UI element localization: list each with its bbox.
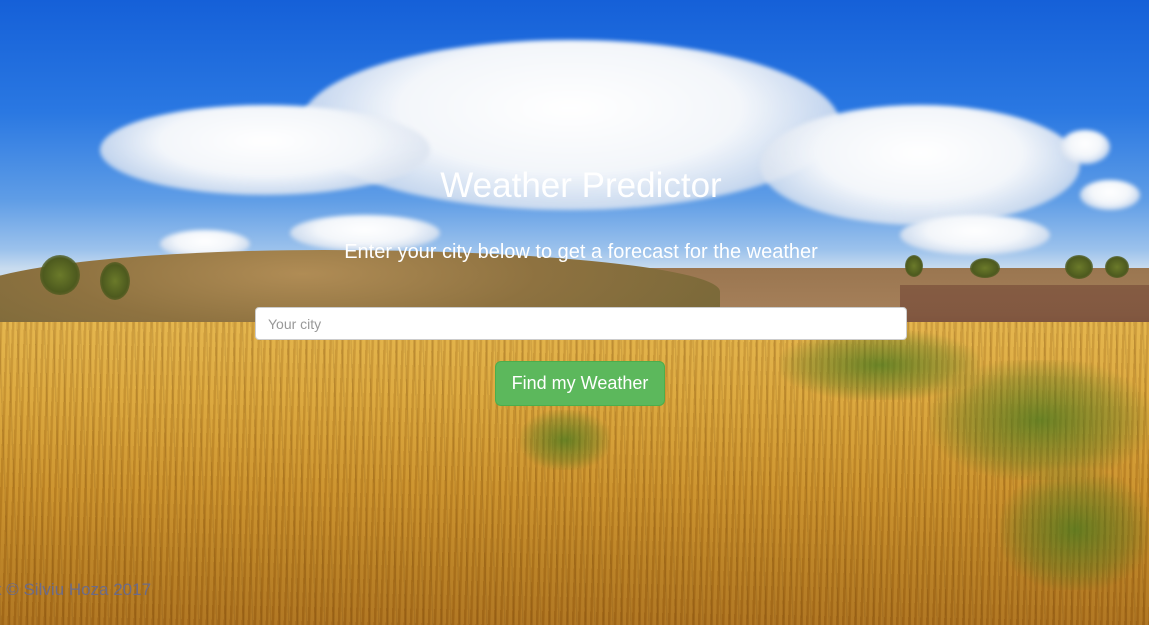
tree	[100, 262, 130, 300]
page-subtitle: Enter your city below to get a forecast …	[344, 241, 818, 263]
background-landscape: Weather Predictor Enter your city below …	[0, 0, 1149, 625]
find-weather-button[interactable]: Find my Weather	[495, 361, 665, 406]
footer-copyright: k © Silviu Hoza 2017	[0, 580, 152, 599]
city-search-input[interactable]	[255, 307, 907, 340]
field-green-patch	[930, 360, 1149, 480]
field-green-patch	[1000, 470, 1149, 590]
field-green-patch	[520, 410, 610, 470]
cloud-right	[760, 105, 1080, 225]
page-title: Weather Predictor	[440, 166, 722, 205]
cloud-small-right	[1060, 130, 1110, 164]
